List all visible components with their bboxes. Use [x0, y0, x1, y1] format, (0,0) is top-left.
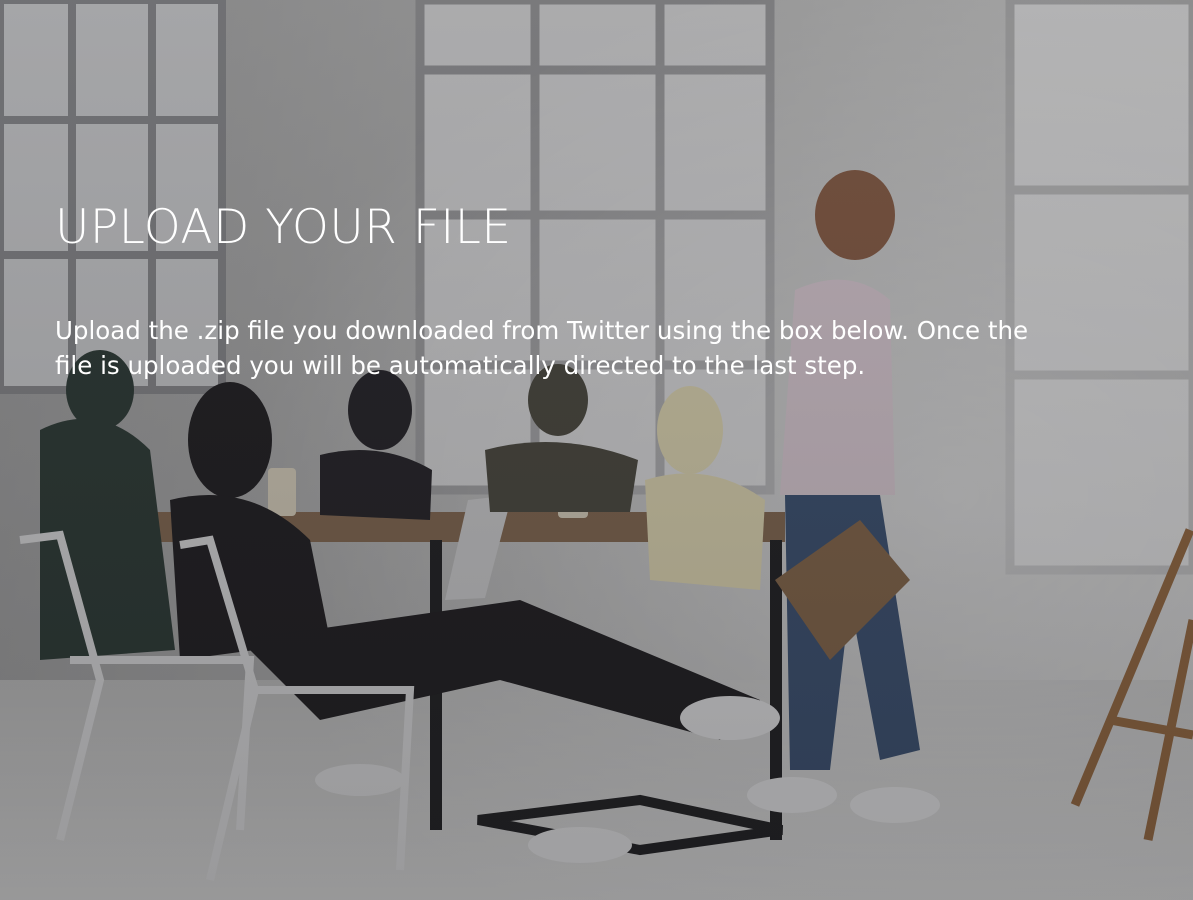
- background-overlay: [0, 0, 1193, 900]
- upload-step-page: UPLOAD YOUR FILE Upload the .zip file yo…: [0, 0, 1193, 900]
- page-title: UPLOAD YOUR FILE: [55, 200, 512, 255]
- intro-section: UPLOAD YOUR FILE Upload the .zip file yo…: [55, 196, 1065, 383]
- upload-instructions: Upload the .zip file you downloaded from…: [55, 316, 1029, 380]
